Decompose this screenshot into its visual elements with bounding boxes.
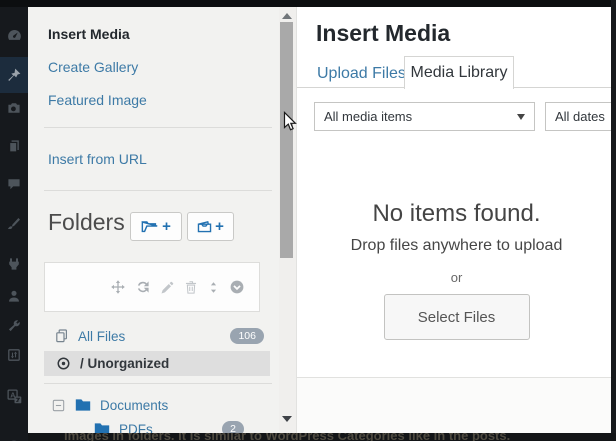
admin-menu: A: [0, 0, 28, 441]
target-circle-icon: [56, 356, 71, 371]
tab-bar: Upload Files Media Library: [297, 53, 616, 88]
sidebar-item-featured-image[interactable]: Featured Image: [48, 92, 147, 108]
folders-toolbar: [44, 262, 260, 312]
comments-bubble-icon[interactable]: [0, 166, 28, 202]
refresh-icon[interactable]: [135, 279, 151, 295]
add-folder-button[interactable]: +: [130, 212, 182, 241]
sidebar-item-insert-media[interactable]: Insert Media: [48, 26, 130, 42]
page-overlay-right: [611, 0, 616, 441]
open-folder-icon: [141, 220, 159, 233]
uploader-footer: [297, 377, 616, 441]
pages-icon[interactable]: [0, 128, 28, 164]
background-clipped-text: images in folders. It is similar to Word…: [64, 433, 510, 441]
sort-updown-icon[interactable]: [207, 280, 220, 295]
page-title: Insert Media: [316, 20, 450, 47]
uploader-drop-zone: No items found. Drop files anywhere to u…: [297, 140, 616, 340]
filter-value: All media items: [324, 109, 412, 124]
select-files-button[interactable]: Select Files: [384, 294, 530, 340]
scroll-up-arrow[interactable]: [282, 13, 292, 19]
move-icon[interactable]: [110, 279, 126, 295]
folder-item-unorganized[interactable]: / Unorganized: [44, 351, 270, 376]
add-gallery-folder-button[interactable]: +: [187, 212, 234, 241]
plus-glyph: +: [162, 219, 171, 234]
collapse-minus-icon[interactable]: [52, 399, 65, 412]
camera-folder-icon: [197, 220, 212, 233]
scroll-down-arrow[interactable]: [282, 416, 292, 422]
scrollbar-thumb[interactable]: [280, 22, 293, 258]
dashboard-gauge-icon[interactable]: [0, 17, 28, 53]
folder-item-label: Documents: [100, 398, 168, 413]
folder-item-all-files[interactable]: All Files 106: [44, 322, 270, 350]
plugins-plug-icon[interactable]: [0, 246, 28, 282]
tab-upload-files[interactable]: Upload Files: [317, 65, 406, 83]
media-type-filter[interactable]: All media items: [314, 102, 535, 131]
folders-heading: Folders: [48, 209, 125, 236]
admin-top-bar: [0, 0, 616, 7]
collapse-circle-icon[interactable]: [0, 427, 28, 441]
edit-pencil-icon[interactable]: [160, 280, 175, 295]
posts-pin-icon[interactable]: [0, 57, 28, 93]
count-badge: 106: [230, 328, 264, 345]
dropdown-arrow-icon: [517, 114, 525, 120]
folder-item-label: All Files: [78, 329, 125, 344]
filter-value: All dates: [555, 109, 605, 124]
language-translate-icon[interactable]: A: [0, 378, 28, 414]
media-modal-sidebar: Insert Media Create Gallery Featured Ima…: [28, 7, 279, 433]
media-modal-main: Insert Media Upload Files Media Library …: [296, 7, 616, 441]
empty-state-or: or: [297, 270, 616, 285]
sidebar-item-create-gallery[interactable]: Create Gallery: [48, 59, 138, 75]
folder-item-label: / Unorganized: [80, 356, 169, 371]
folder-item-documents[interactable]: Documents: [44, 393, 270, 417]
folder-list-divider: [44, 383, 272, 384]
date-filter[interactable]: All dates: [545, 102, 616, 131]
sidebar-divider: [44, 127, 272, 128]
empty-state-subtitle: Drop files anywhere to upload: [297, 237, 616, 255]
expand-circle-down-icon[interactable]: [229, 279, 245, 295]
sidebar-item-insert-from-url[interactable]: Insert from URL: [48, 151, 147, 167]
plus-glyph: +: [215, 219, 224, 234]
mouse-cursor-icon: [283, 111, 298, 138]
tab-media-library[interactable]: Media Library: [404, 56, 514, 89]
settings-sliders-icon[interactable]: [0, 337, 28, 373]
screen: A Insert Media Create Gallery Featured I…: [0, 0, 616, 441]
page-overlay-bottom: images in folders. It is similar to Word…: [28, 433, 616, 441]
folder-icon: [75, 398, 91, 412]
appearance-brush-icon[interactable]: [0, 206, 28, 242]
media-camera-icon[interactable]: [0, 90, 28, 126]
empty-state-title: No items found.: [297, 200, 616, 228]
copy-files-icon: [54, 328, 70, 344]
sidebar-divider: [44, 190, 272, 191]
trash-icon[interactable]: [184, 280, 198, 295]
sidebar-scrollbar[interactable]: [279, 7, 296, 433]
